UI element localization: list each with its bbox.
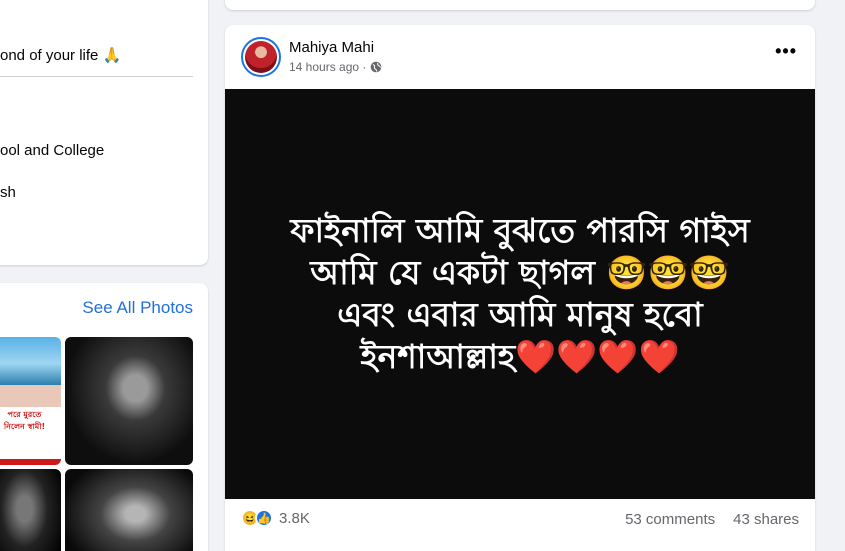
photo-thumb-1-scene [0, 337, 61, 385]
post-options-button[interactable]: ••• [775, 41, 797, 62]
intro-location-text[interactable]: sh [0, 184, 16, 201]
post-image[interactable]: ফাইনালি আমি বুঝতে পারসি গাইস আমি যে একটা… [225, 89, 815, 499]
photo-thumb-1-bar [0, 459, 61, 465]
photo-thumb-2[interactable] [65, 337, 193, 465]
intro-bio-text: ond of your life 🙏 [0, 47, 122, 64]
comments-count[interactable]: 53 comments [625, 511, 715, 528]
photo-thumb-1-sand [0, 385, 61, 407]
photo-thumb-1-headline: পরে মুরতে নিলেন স্বামী! [3, 410, 46, 431]
photos-card: See All Photos পরে মুরতে নিলেন স্বামী! [0, 283, 208, 551]
globe-icon [371, 61, 382, 73]
post-card: Mahiya Mahi 14 hours ago · ••• ফাইনালি আ… [225, 25, 815, 551]
author-avatar[interactable] [241, 37, 281, 77]
post-meta: 14 hours ago · [289, 60, 382, 74]
post-image-text: ফাইনালি আমি বুঝতে পারসি গাইস আমি যে একটা… [290, 210, 749, 378]
like-reaction-icon: 👍 [255, 509, 273, 527]
previous-post-card [225, 0, 815, 10]
post-text-line-1: ফাইনালি আমি বুঝতে পারসি গাইস [290, 211, 750, 250]
see-all-photos-link[interactable]: See All Photos [82, 298, 193, 318]
post-stats: 53 comments 43 shares [625, 511, 799, 528]
reaction-count[interactable]: 3.8K [279, 510, 310, 527]
post-text-line-3: এবং এবার আমি মানুষ হবো [337, 295, 703, 334]
intro-divider [0, 76, 193, 77]
photo-thumb-4[interactable] [65, 469, 193, 551]
intro-education-text[interactable]: ool and College [0, 142, 104, 159]
photo-thumb-1[interactable]: পরে মুরতে নিলেন স্বামী! [0, 337, 61, 465]
post-text-line-2: আমি যে একটা ছাগল 🤓🤓🤓 [310, 253, 730, 292]
photo-thumb-3[interactable] [0, 469, 61, 551]
intro-card: ond of your life 🙏 ool and College sh [0, 0, 208, 265]
reaction-icons: 😆 👍 [241, 509, 273, 527]
reaction-summary[interactable]: 😆 👍 3.8K [241, 509, 310, 527]
post-author-name[interactable]: Mahiya Mahi [289, 39, 374, 56]
shares-count[interactable]: 43 shares [733, 511, 799, 528]
post-timestamp[interactable]: 14 hours ago · [289, 60, 366, 74]
author-avatar-image [245, 41, 277, 73]
post-text-line-4: ইনশাআল্লাহ❤️❤️❤️❤️ [360, 337, 680, 376]
